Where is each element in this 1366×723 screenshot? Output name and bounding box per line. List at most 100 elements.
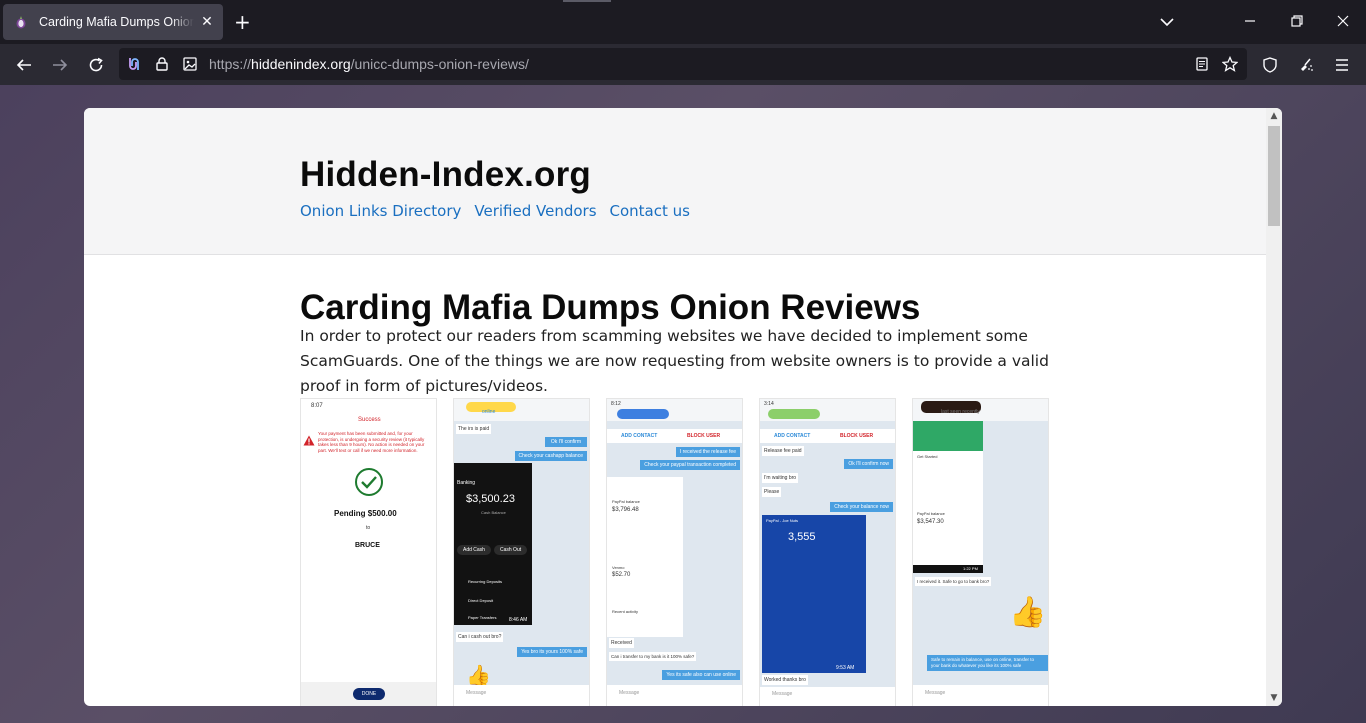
recurring-deposits: Recurring Deposits [468,579,503,584]
chat-status: online [482,409,496,415]
redaction-mark [768,409,820,419]
site-nav: Onion Links Directory Verified Vendors C… [300,202,690,220]
bookmark-star-icon[interactable] [1220,54,1240,74]
chat-message: Received [609,638,634,648]
chat-message: Check your balance now [830,502,893,512]
scrollbar-thumb[interactable] [1268,126,1280,226]
status-time: 8:07 [311,403,323,409]
tab-strip-indicator [563,0,611,2]
tab-bar: Carding Mafia Dumps Onion Reviews ✕ + [0,0,1366,44]
url-text[interactable]: https://hiddenindex.org/unicc-dumps-onio… [209,56,529,72]
close-tab-icon[interactable]: ✕ [199,14,215,30]
chat-message: Yes bro its yours 100% safe [517,647,587,657]
proof-gallery: 8:07 Success Your payment has been submi… [300,398,1052,706]
status-time: 3:14 [764,401,774,407]
chat-message: Yes its safe also can use online [662,670,740,680]
cash-balance: $3,500.23 [466,493,515,505]
paypal-balance-label: PayPal balance [917,511,945,516]
close-window-icon[interactable] [1337,12,1349,32]
back-arrow-icon[interactable] [12,53,36,77]
chat-message: Can i cash out bro? [456,632,504,642]
scroll-up-arrow-icon[interactable]: ▲ [1269,111,1279,121]
reload-icon[interactable] [84,53,108,77]
balance-label: Cash Balance [481,510,506,515]
pending-amount: Pending $500.00 [334,509,397,518]
navigation-toolbar: https://hiddenindex.org/unicc-dumps-onio… [0,44,1366,85]
chat-message: Check your cashapp balance [514,451,587,461]
tor-onion-icon [13,14,29,30]
nav-link-onion-links-directory[interactable]: Onion Links Directory [300,202,461,220]
add-contact-label: ADD CONTACT [774,433,811,439]
article-body: In order to protect our readers from sca… [300,327,1049,395]
thumbs-up-emoji-icon: 👍 [466,663,491,687]
chat-message: Can i transfer to my bank is it 100% saf… [609,652,697,661]
proof-image[interactable]: 8:07 Success Your payment has been submi… [300,398,437,706]
add-contact-label: ADD CONTACT [621,433,658,439]
thumbs-up-emoji-icon: 👍 [1009,595,1047,630]
page-scrollbar[interactable]: ▲ ▼ [1266,108,1282,706]
done-button: DONE [353,688,385,700]
to-label: to [366,525,371,531]
proof-image[interactable]: 8:12 ADD CONTACT BLOCK USER I received t… [606,398,743,706]
chat-message: Release fee paid [762,446,804,456]
tor-circuit-icon[interactable] [124,54,144,74]
site-title[interactable]: Hidden-Index.org [300,155,591,195]
proof-image[interactable]: 3:14 ADD CONTACT BLOCK USER Release fee … [759,398,896,706]
proof-image[interactable]: online The irs is paid Ok I'll confirm C… [453,398,590,706]
paypal-balance: $3,796.48 [612,507,639,513]
reader-view-icon[interactable] [1192,54,1212,74]
site-header: Hidden-Index.org Onion Links Directory V… [84,108,1266,255]
list-all-tabs-icon[interactable] [1160,12,1174,32]
security-notice: Your payment has been submitted and, for… [318,431,425,453]
paypal-amount: 3,555 [788,531,816,543]
paypal-balance-label: PayPal balance [612,499,640,504]
chat-message: Ok I'll confirm [544,437,587,447]
block-user-label: BLOCK USER [687,433,721,439]
message-input: Message [466,690,487,696]
status-label: Success [358,417,381,423]
recent-activity-label: Recent activity [612,609,639,614]
forward-arrow-icon[interactable] [48,53,72,77]
check-circle-icon [354,467,384,501]
new-tab-icon[interactable]: + [234,12,251,32]
wallet-banner [913,421,983,451]
paypal-balance: $3,547.30 [917,519,944,525]
status-time: 8:12 [611,401,621,407]
chat-message: I'm waiting bro [762,473,799,483]
lock-icon[interactable] [152,54,172,74]
tab-title: Carding Mafia Dumps Onion Reviews [39,15,194,29]
chat-message: Please [762,487,782,497]
nav-link-verified-vendors[interactable]: Verified Vendors [474,202,596,220]
image-permission-icon[interactable] [180,54,200,74]
paypal-label: PayPal - Joe Nuts [766,518,799,523]
screenshot-time: 8:46 AM [509,617,528,623]
direct-deposit: Direct Deposit [468,598,494,603]
restore-icon[interactable] [1291,12,1303,32]
address-bar[interactable]: https://hiddenindex.org/unicc-dumps-onio… [119,48,1247,80]
message-input: Message [772,691,793,697]
block-user-label: BLOCK USER [840,433,874,439]
chat-message: Safe to remain in balance, use on online… [927,655,1048,671]
screenshot-time: 1:22 PM [963,566,978,571]
scroll-down-arrow-icon[interactable]: ▼ [1269,693,1279,703]
add-cash-button: Add Cash [457,545,491,555]
nav-link-contact-us[interactable]: Contact us [610,202,690,220]
cash-out-button: Cash Out [494,545,528,555]
hamburger-menu-icon[interactable] [1330,53,1354,77]
new-identity-broom-icon[interactable] [1294,53,1318,77]
page-viewport: Hidden-Index.org Onion Links Directory V… [84,108,1282,706]
proof-image[interactable]: last seen recently Get Started PayPal ba… [912,398,1049,706]
chat-message: Check your paypal transaction completed [640,460,740,470]
chat-message: Ok I'll confirm now [844,459,893,469]
recipient-name: BRUCE [355,542,380,549]
message-input: Message [925,690,946,696]
chat-status: last seen recently [941,409,980,415]
tab-active[interactable]: Carding Mafia Dumps Onion Reviews ✕ [3,4,223,40]
screenshot-time: 9:53 AM [836,665,855,671]
venmo-label: Venmo [612,565,625,570]
chat-message: I received it. Safe to go to bank bro? [915,577,992,586]
shield-icon[interactable] [1258,53,1282,77]
chat-message: Worked thanks bro [762,675,808,685]
redaction-mark [617,409,669,419]
minimize-icon[interactable] [1244,12,1256,32]
